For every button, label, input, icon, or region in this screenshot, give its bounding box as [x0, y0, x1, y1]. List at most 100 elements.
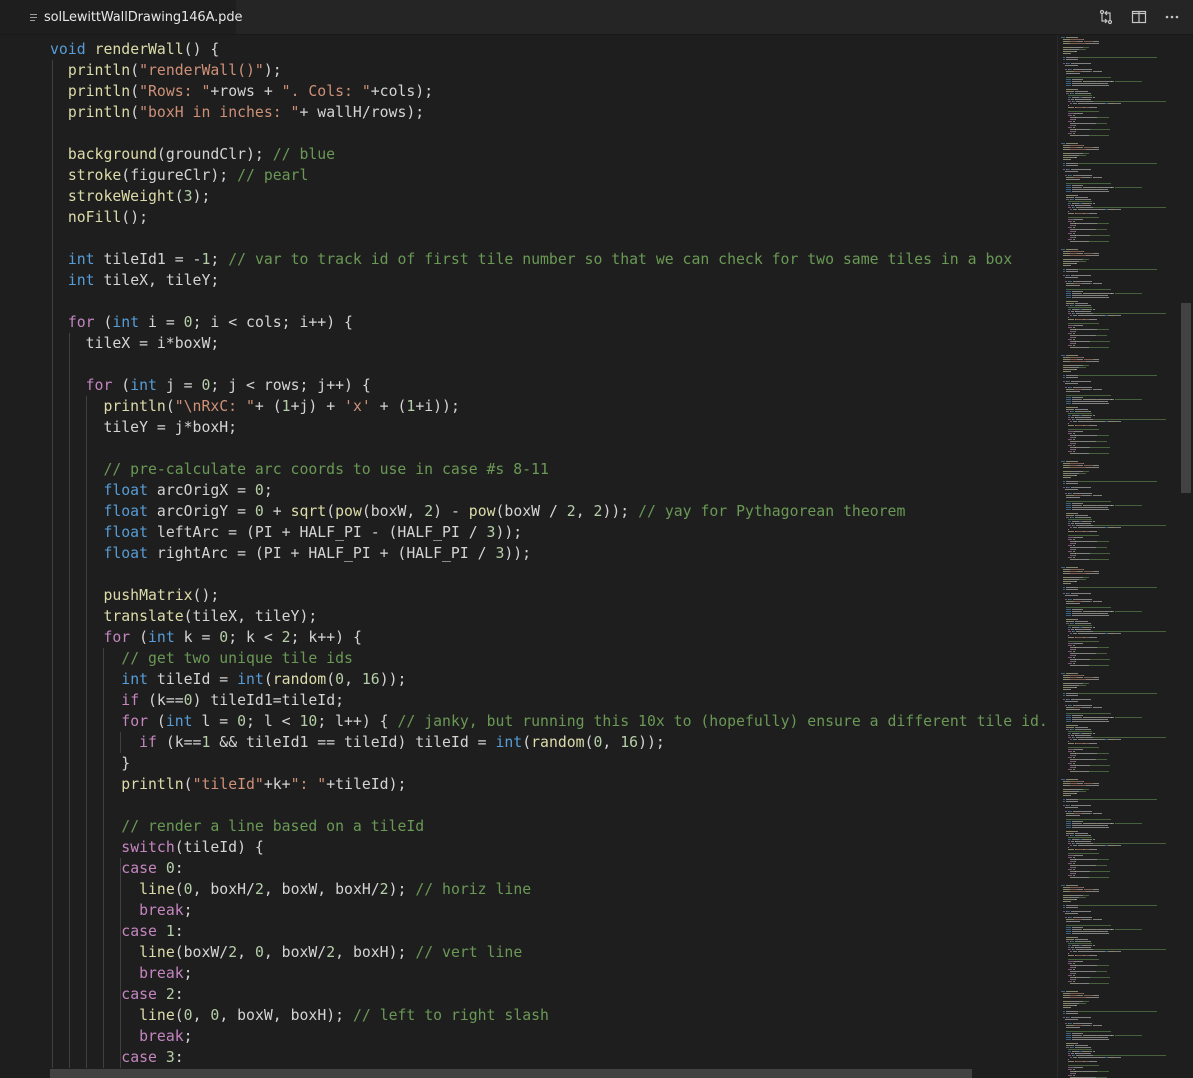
code-line[interactable]: for (int j = 0; j < rows; j++) { [50, 375, 1057, 396]
minimap-token [1068, 417, 1070, 418]
minimap-token [1067, 1017, 1070, 1018]
code-line[interactable]: line(boxW/2, 0, boxW/2, boxH); // vert l… [50, 942, 1057, 963]
horizontal-scrollbar[interactable] [50, 1069, 972, 1078]
code-line[interactable]: case 1: [50, 921, 1057, 942]
code-line[interactable]: println("boxH in inches: "+ wallH/rows); [50, 102, 1057, 123]
code-line[interactable] [50, 795, 1057, 816]
code-line[interactable]: for (int k = 0; k < 2; k++) { [50, 627, 1057, 648]
code-line[interactable]: break; [50, 900, 1057, 921]
code-line[interactable] [50, 228, 1057, 249]
minimap-token [1066, 397, 1071, 398]
code-line[interactable]: int tileId1 = -1; // var to track id of … [50, 249, 1057, 270]
code-line[interactable]: float arcOrigY = 0 + sqrt(pow(boxW, 2) -… [50, 501, 1057, 522]
minimap-token [1097, 753, 1109, 754]
code-line[interactable]: println("\nRxC: "+ (1+j) + 'x' + (1+i)); [50, 396, 1057, 417]
code-line[interactable] [50, 123, 1057, 144]
minimap-token [1066, 517, 1070, 518]
code-line[interactable]: case 2: [50, 984, 1057, 1005]
minimap-token [1081, 715, 1083, 716]
minimap[interactable] [1057, 35, 1180, 1078]
minimap-token [1071, 399, 1081, 400]
code-line[interactable]: for (int l = 0; l < 10; l++) { // janky,… [50, 711, 1057, 732]
minimap-token [1064, 175, 1068, 176]
minimap-token [1074, 593, 1091, 594]
minimap-token [1088, 743, 1097, 744]
code-line[interactable] [50, 564, 1057, 585]
code-line[interactable] [50, 354, 1057, 375]
code-line[interactable]: } [50, 753, 1057, 774]
code-line[interactable]: translate(tileX, tileY); [50, 606, 1057, 627]
code-line[interactable]: pushMatrix(); [50, 585, 1057, 606]
code-line[interactable]: case 3: [50, 1047, 1057, 1068]
minimap-token [1064, 69, 1068, 70]
code-editor[interactable]: void renderWall() { println("renderWall(… [0, 35, 1057, 1078]
code-line[interactable]: void renderWall() { [50, 39, 1057, 60]
code-line[interactable] [50, 291, 1057, 312]
code-content[interactable]: void renderWall() { println("renderWall(… [50, 39, 1057, 1078]
code-line[interactable]: switch(tileId) { [50, 837, 1057, 858]
more-actions-icon[interactable] [1163, 8, 1181, 26]
code-line[interactable] [50, 438, 1057, 459]
code-line[interactable]: println("Rows: "+rows + ". Cols: "+cols)… [50, 81, 1057, 102]
minimap-token [1066, 513, 1076, 514]
code-line[interactable]: break; [50, 1026, 1057, 1047]
minimap-token [1075, 319, 1083, 320]
minimap-token [1066, 1013, 1079, 1014]
minimap-token [1062, 899, 1074, 900]
minimap-token [1066, 497, 1080, 498]
minimap-token [1082, 887, 1085, 888]
code-line[interactable]: float leftArc = (PI + HALF_PI - (HALF_PI… [50, 522, 1057, 543]
code-line[interactable]: if (k==0) tileId1=tileId; [50, 690, 1057, 711]
code-line[interactable]: float arcOrigX = 0; [50, 480, 1057, 501]
vertical-scrollbar[interactable] [1179, 35, 1193, 1078]
code-line[interactable]: // get two unique tile ids [50, 648, 1057, 669]
code-line[interactable]: if (k==1 && tileId1 == tileId) tileId = … [50, 732, 1057, 753]
split-editor-icon[interactable] [1130, 8, 1148, 26]
code-line[interactable]: tileY = j*boxH; [50, 417, 1057, 438]
code-line[interactable]: stroke(figureClr); // pearl [50, 165, 1057, 186]
minimap-token [1097, 223, 1109, 224]
minimap-token [1071, 927, 1081, 928]
source-control-compare-icon[interactable] [1097, 8, 1115, 26]
minimap-token [1070, 93, 1074, 94]
minimap-token [1106, 509, 1109, 510]
code-line[interactable]: // pre-calculate arc coords to use in ca… [50, 459, 1057, 480]
code-line[interactable]: break; [50, 963, 1057, 984]
minimap-token [1066, 289, 1112, 290]
code-line[interactable]: for (int i = 0; i < cols; i++) { [50, 312, 1057, 333]
minimap-token [1115, 293, 1142, 294]
code-line[interactable]: tileX = i*boxW; [50, 333, 1057, 354]
code-line[interactable]: // render a line based on a tileId [50, 816, 1057, 837]
minimap-token [1075, 213, 1083, 214]
minimap-token [1068, 1049, 1092, 1050]
code-line[interactable]: strokeWeight(3); [50, 186, 1057, 207]
code-line[interactable]: println("tileId"+k+": "+tileId); [50, 774, 1057, 795]
code-line[interactable]: line(0, boxH/2, boxW, boxH/2); // horiz … [50, 879, 1057, 900]
code-line[interactable]: case 0: [50, 858, 1057, 879]
code-token: tileId = [148, 671, 238, 688]
minimap-token [1080, 505, 1082, 506]
code-line[interactable]: int tileId = int(random(0, 16)); [50, 669, 1057, 690]
code-line[interactable]: noFill(); [50, 207, 1057, 228]
code-line[interactable]: background(groundClr); // blue [50, 144, 1057, 165]
minimap-token [1078, 209, 1106, 210]
minimap-token [1071, 295, 1105, 296]
editor-tab[interactable]: solLewittWallDrawing146A.pde [0, 0, 242, 34]
code-line[interactable]: line(0, 0, boxW, boxH); // left to right… [50, 1005, 1057, 1026]
minimap-token [1074, 833, 1088, 834]
code-line[interactable]: int tileX, tileY; [50, 270, 1057, 291]
minimap-token [1086, 631, 1094, 632]
code-token: line [139, 881, 175, 898]
minimap-token [1073, 645, 1075, 646]
minimap-token [1075, 831, 1079, 832]
code-token: sqrt [290, 503, 327, 520]
code-line[interactable]: float rightArc = (PI + HALF_PI + (HALF_P… [50, 543, 1057, 564]
vertical-scrollbar-thumb[interactable] [1181, 303, 1191, 493]
code-line[interactable]: println("renderWall()"); [50, 60, 1057, 81]
minimap-token [1083, 571, 1093, 572]
minimap-token [1070, 739, 1072, 740]
